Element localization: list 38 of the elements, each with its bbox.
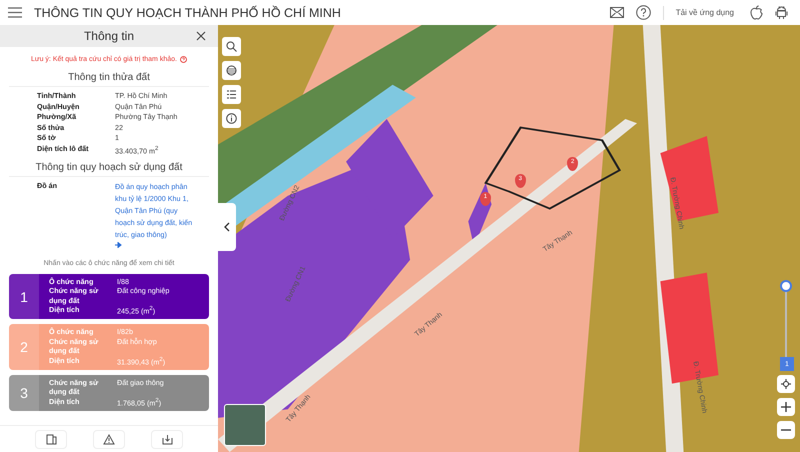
download-icon bbox=[162, 434, 172, 444]
search-icon bbox=[226, 41, 237, 52]
zoom-out-button[interactable] bbox=[777, 421, 795, 439]
zone-number: 1 bbox=[20, 288, 28, 305]
section-heading: Thông tin thửa đất bbox=[9, 68, 209, 87]
apple-icon[interactable] bbox=[750, 5, 763, 20]
mail-icon[interactable] bbox=[610, 7, 624, 18]
chevron-left-icon bbox=[224, 222, 230, 232]
app-title: THÔNG TIN QUY HOẠCH THÀNH PHỐ HỒ CHÍ MINH bbox=[34, 6, 341, 20]
menu-icon[interactable] bbox=[8, 7, 22, 18]
download-app-label: Tải về ứng dụng bbox=[676, 8, 734, 17]
plus-icon bbox=[781, 402, 791, 412]
share-button[interactable] bbox=[35, 430, 67, 448]
zoom-in-button[interactable] bbox=[777, 398, 795, 416]
zone-number: 3 bbox=[20, 384, 28, 401]
zone-number: 2 bbox=[20, 338, 28, 355]
route-line-icon bbox=[780, 280, 792, 360]
warning-icon bbox=[103, 434, 115, 444]
layers-icon bbox=[226, 65, 237, 76]
info-button[interactable] bbox=[222, 109, 241, 128]
search-button[interactable] bbox=[222, 37, 241, 56]
help-icon[interactable] bbox=[636, 5, 651, 20]
satellite-thumbnail[interactable] bbox=[224, 404, 266, 446]
list-icon bbox=[226, 89, 237, 100]
section-heading: Thông tin quy hoạch sử dụng đất bbox=[9, 158, 209, 178]
locate-button[interactable] bbox=[777, 375, 795, 393]
close-icon[interactable] bbox=[196, 31, 206, 41]
arrow-right-icon[interactable] bbox=[115, 242, 122, 248]
layers-button[interactable] bbox=[222, 61, 241, 80]
android-icon[interactable] bbox=[775, 5, 788, 20]
panel-title: Thông tin bbox=[84, 29, 134, 43]
report-button[interactable] bbox=[93, 430, 125, 448]
legend-button[interactable] bbox=[222, 85, 241, 104]
download-button[interactable] bbox=[151, 430, 183, 448]
document-icon bbox=[46, 434, 56, 444]
info-icon bbox=[226, 113, 237, 124]
crosshair-icon bbox=[781, 379, 791, 389]
help-icon[interactable] bbox=[180, 56, 187, 63]
